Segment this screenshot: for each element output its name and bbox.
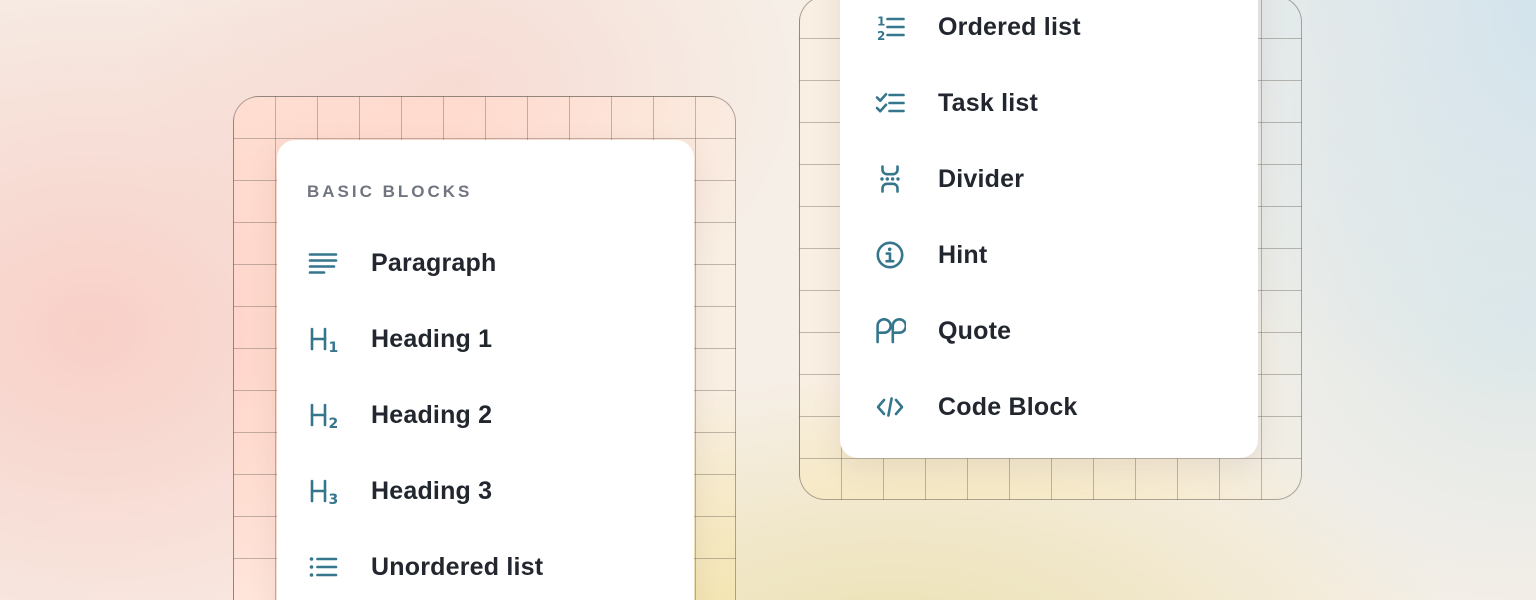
page-background: BASIC BLOCKS Paragraph 1 Heading 1 2 Hea…: [0, 0, 1536, 600]
menu-item-label: Heading 2: [371, 401, 492, 430]
menu-item-task-list[interactable]: Task list: [840, 65, 1258, 141]
basic-blocks-menu-card: BASIC BLOCKS Paragraph 1 Heading 1 2 Hea…: [277, 140, 694, 600]
menu-item-label: Code Block: [938, 393, 1078, 422]
menu-item-label: Heading 3: [371, 477, 492, 506]
heading-3-icon: 3: [307, 475, 339, 507]
code-block-icon: [874, 391, 906, 423]
menu-item-heading-2[interactable]: 2 Heading 2: [277, 377, 694, 453]
menu-item-code-block[interactable]: Code Block: [840, 369, 1258, 445]
blocks-menu-card-right: 1 2 Ordered list Task list Divider: [840, 0, 1258, 458]
menu-item-ordered-list[interactable]: 1 2 Ordered list: [840, 0, 1258, 65]
menu-item-label: Paragraph: [371, 249, 496, 278]
menu-item-quote[interactable]: Quote: [840, 293, 1258, 369]
svg-text:1: 1: [877, 15, 885, 29]
menu-item-label: Unordered list: [371, 553, 543, 582]
menu-item-hint[interactable]: Hint: [840, 217, 1258, 293]
quote-icon: [874, 315, 906, 347]
menu-item-heading-1[interactable]: 1 Heading 1: [277, 301, 694, 377]
svg-text:3: 3: [329, 492, 339, 507]
menu-item-label: Divider: [938, 165, 1024, 194]
ordered-list-icon: 1 2: [874, 11, 906, 43]
unordered-list-icon: [307, 551, 339, 583]
menu-item-label: Quote: [938, 317, 1011, 346]
menu-item-unordered-list[interactable]: Unordered list: [277, 529, 694, 600]
svg-text:1: 1: [329, 340, 339, 355]
menu-item-label: Heading 1: [371, 325, 492, 354]
divider-icon: [874, 163, 906, 195]
basic-blocks-menu-list: Paragraph 1 Heading 1 2 Heading 2 3 Head…: [277, 225, 694, 600]
menu-item-label: Hint: [938, 241, 987, 270]
paragraph-icon: [307, 247, 339, 279]
section-label-basic-blocks: BASIC BLOCKS: [307, 182, 694, 202]
menu-item-heading-3[interactable]: 3 Heading 3: [277, 453, 694, 529]
menu-item-label: Task list: [938, 89, 1038, 118]
task-list-icon: [874, 87, 906, 119]
svg-text:2: 2: [329, 416, 339, 431]
blocks-menu-list-right: 1 2 Ordered list Task list Divider: [840, 0, 1258, 445]
menu-item-divider[interactable]: Divider: [840, 141, 1258, 217]
hint-icon: [874, 239, 906, 271]
heading-2-icon: 2: [307, 399, 339, 431]
menu-item-paragraph[interactable]: Paragraph: [277, 225, 694, 301]
menu-item-label: Ordered list: [938, 13, 1081, 42]
heading-1-icon: 1: [307, 323, 339, 355]
svg-text:2: 2: [877, 29, 885, 43]
